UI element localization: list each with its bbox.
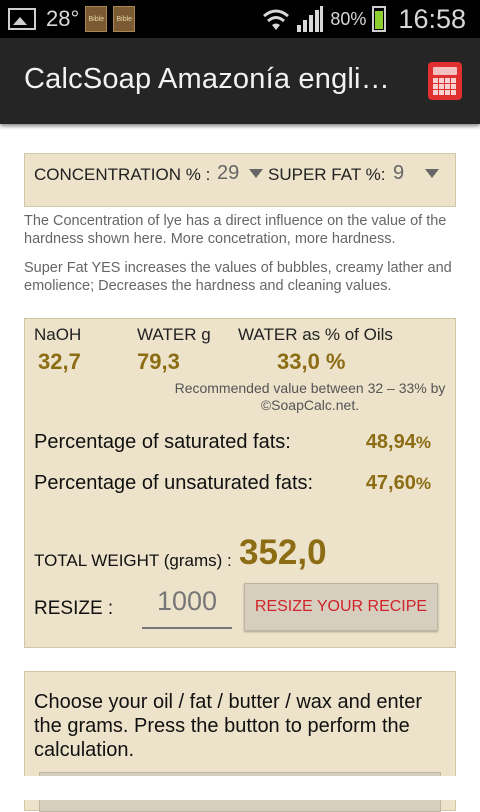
dropdown-arrow-icon <box>425 169 439 178</box>
results-panel: NaOH 32,7 WATER g 79,3 WATER as % of Oil… <box>24 318 456 648</box>
screen-bottom <box>0 776 480 800</box>
gallery-icon <box>8 8 36 30</box>
concentration-note: The Concentration of lye has a direct in… <box>24 213 447 247</box>
calculator-icon[interactable] <box>428 62 462 100</box>
signal-icon <box>297 6 324 32</box>
bible-icon: Bible <box>85 6 108 32</box>
naoh-value: 32,7 <box>38 349 81 374</box>
water-label: WATER g <box>137 325 211 344</box>
concentration-value: 29 <box>217 162 240 184</box>
app-title: CalcSoap Amazonía engli… <box>24 63 390 95</box>
naoh-label: NaOH <box>34 325 82 344</box>
concentration-panel: CONCENTRATION % : 29 SUPER FAT %: 9 <box>24 153 456 207</box>
concentration-spinner[interactable]: 29 <box>211 154 267 206</box>
superfat-note: Super Fat YES increases the values of bu… <box>24 260 452 294</box>
recommended-note: Recommended value between 32 – 33% by ©S… <box>174 380 446 413</box>
clock: 16:58 <box>398 3 466 34</box>
status-bar: 28° Bible Bible 80% 16:58 <box>0 0 480 38</box>
battery-icon <box>372 6 387 32</box>
unsaturated-label: Percentage of unsaturated fats: <box>34 472 314 494</box>
status-left: 28° Bible Bible <box>8 6 136 32</box>
status-right: 80% 16:58 <box>262 3 466 35</box>
dropdown-arrow-icon <box>249 169 263 178</box>
battery-percent: 80% <box>330 8 367 29</box>
resize-label: RESIZE : <box>34 598 114 619</box>
action-bar: CalcSoap Amazonía engli… <box>0 38 480 124</box>
saturated-label: Percentage of saturated fats: <box>34 431 291 453</box>
resize-input[interactable]: 1000 <box>142 581 232 629</box>
saturated-value: 48,94% <box>365 431 431 453</box>
water-pct-value: 33,0 % <box>277 349 346 374</box>
temperature-text: 28° <box>46 6 80 31</box>
water-value: 79,3 <box>137 349 180 374</box>
resize-recipe-button[interactable]: RESIZE YOUR RECIPE <box>244 583 438 631</box>
superfat-label: SUPER FAT %: <box>268 165 386 184</box>
unsaturated-value: 47,60% <box>365 472 431 494</box>
wifi-icon <box>263 9 290 30</box>
total-weight-value: 352,0 <box>239 533 327 572</box>
total-weight-label: TOTAL WEIGHT (grams) : <box>34 551 232 570</box>
superfat-spinner[interactable]: 9 <box>385 154 455 206</box>
superfat-value: 9 <box>393 162 405 184</box>
choose-instructions: Choose your oil / fat / butter / wax and… <box>34 691 422 761</box>
bible-icon: Bible <box>113 6 136 32</box>
water-pct-label: WATER as % of Oils <box>238 325 393 344</box>
concentration-label: CONCENTRATION % : <box>34 165 211 184</box>
